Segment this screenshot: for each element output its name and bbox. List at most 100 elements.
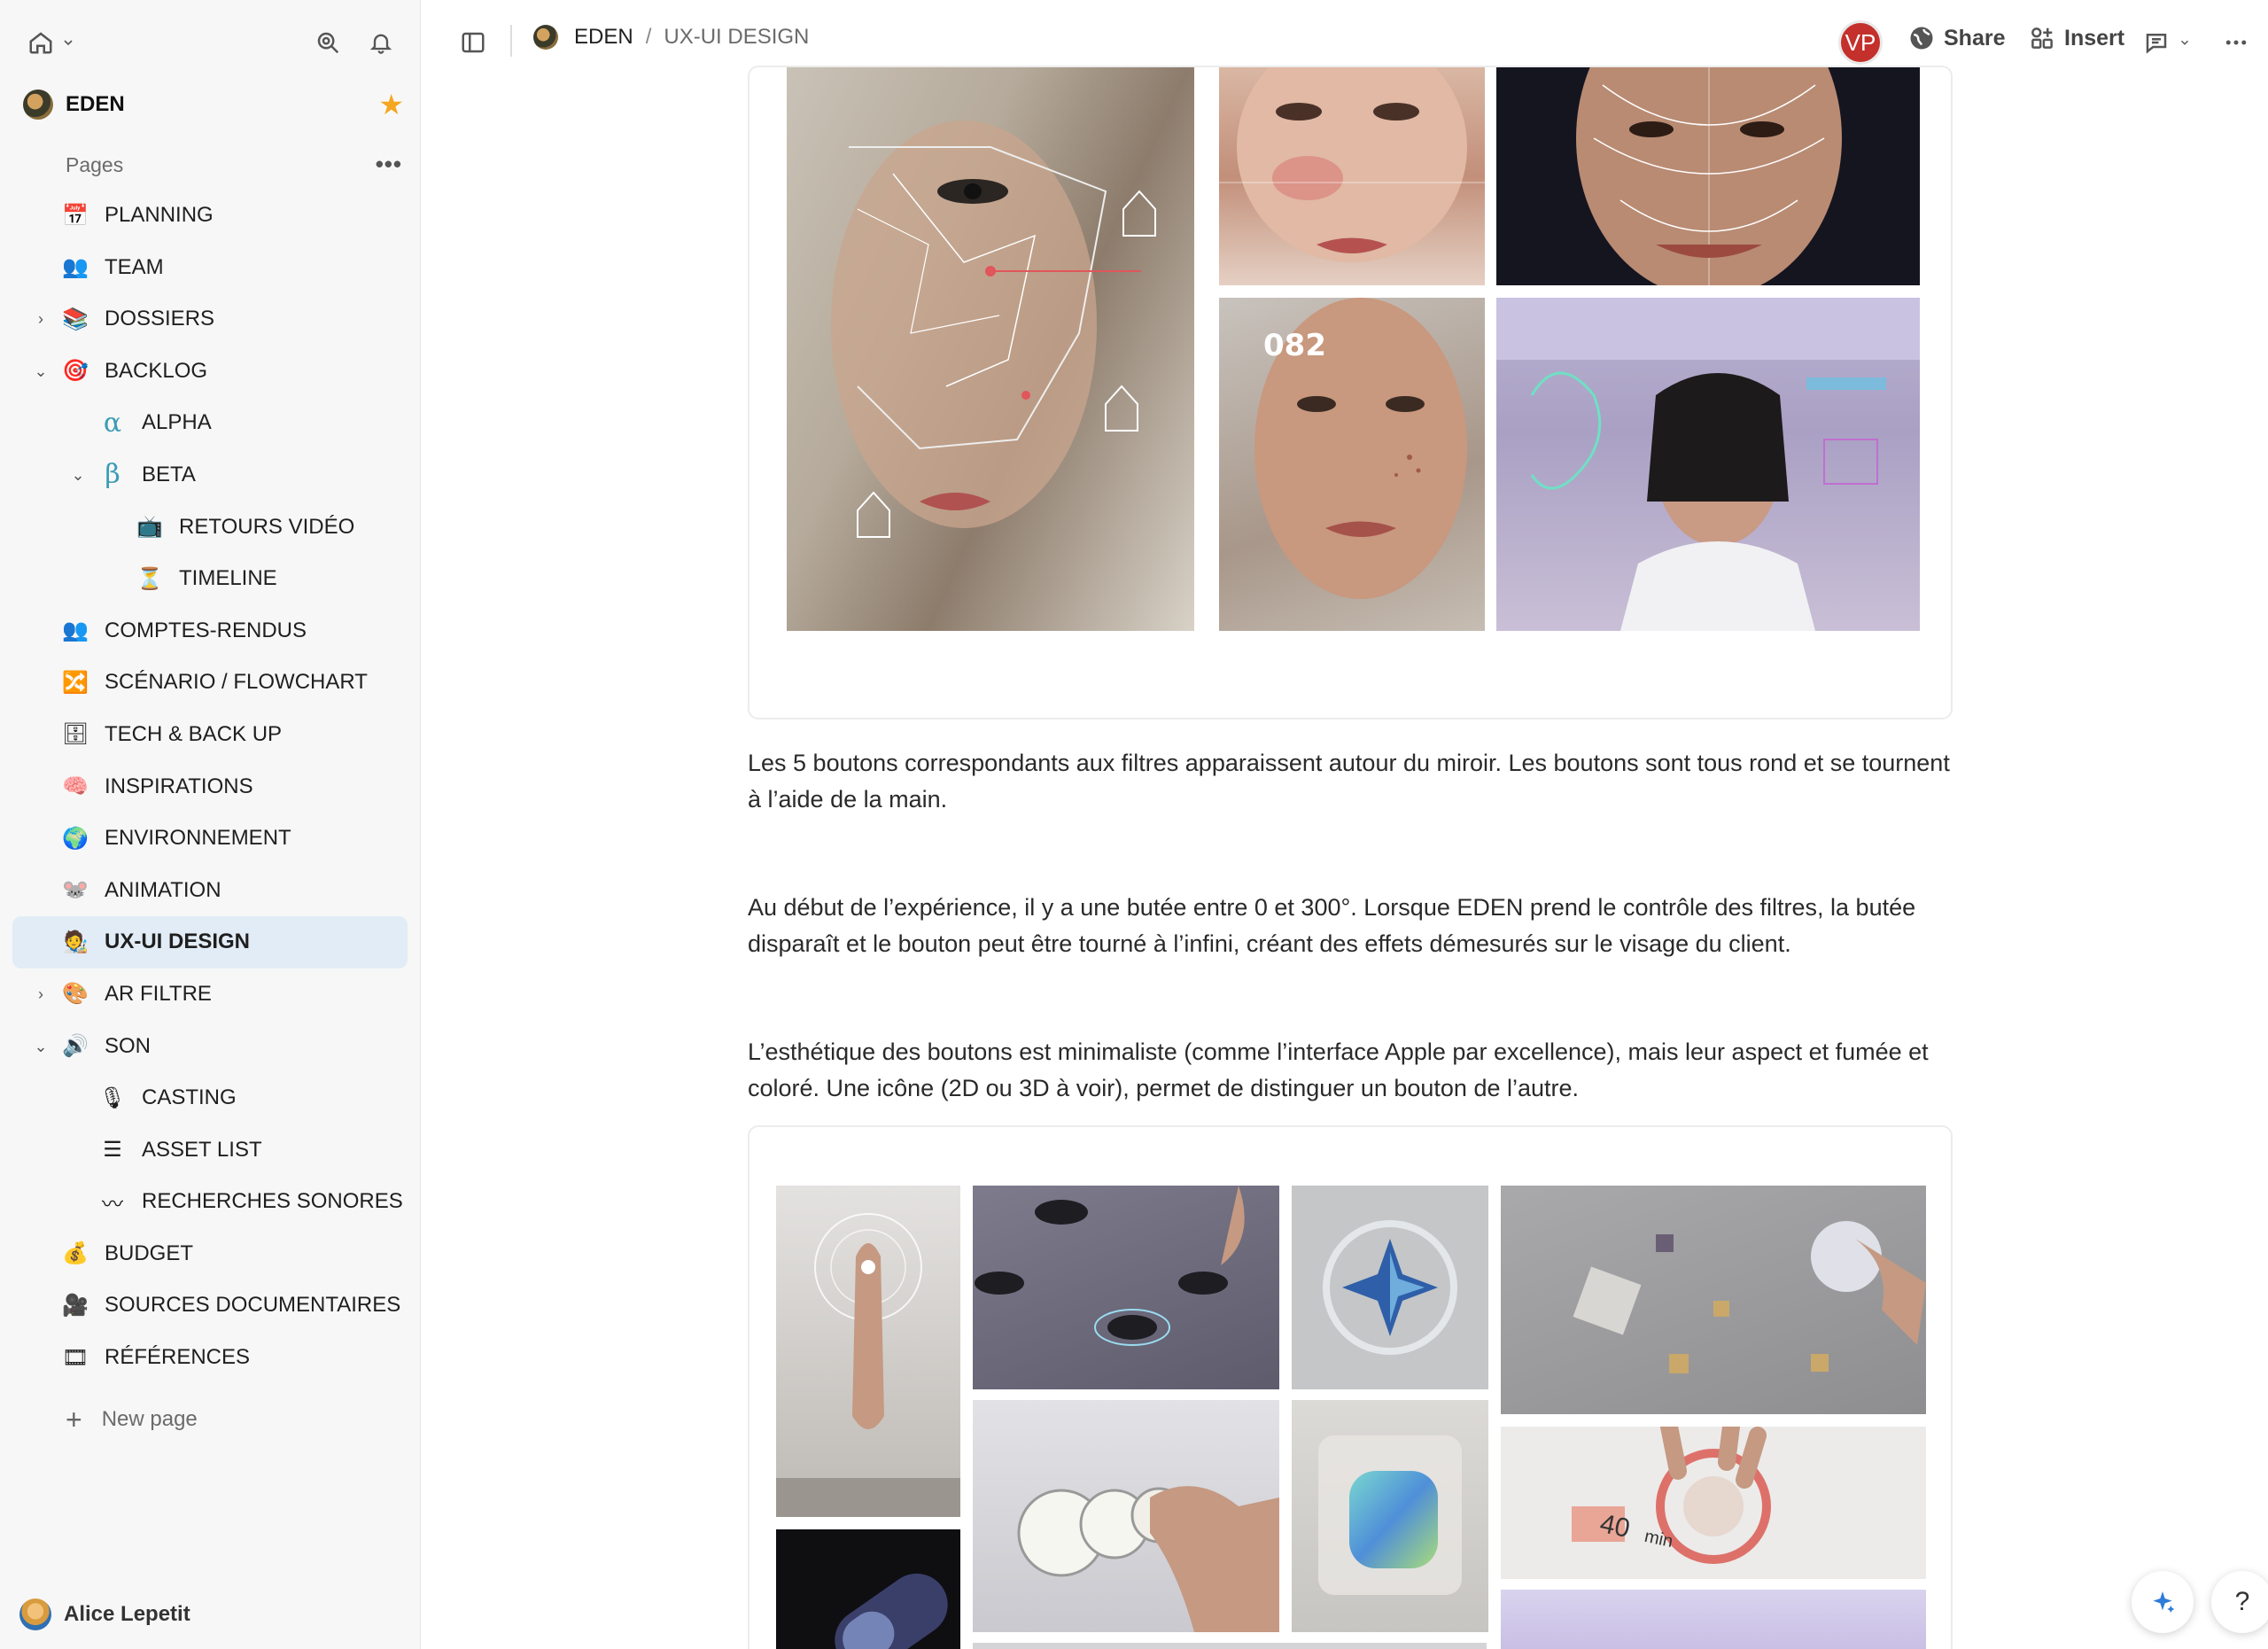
page-tree: 📅 PLANNING 👥 TEAM › 📚 DOSSIERS ⌄ 🎯 BACKLOG α ALPHA ⌄… xyxy=(12,190,408,1384)
new-page-button[interactable]: + New page xyxy=(66,1402,198,1437)
sidebar-item-casting[interactable]: 🎙 CASTING xyxy=(12,1072,408,1124)
sidebar-item-timeline[interactable]: ⏳ TIMELINE xyxy=(12,553,408,605)
collaborator-avatar[interactable]: VP xyxy=(1838,20,1883,65)
pages-more-icon[interactable]: ••• xyxy=(376,151,402,178)
gallery-image-frosted-glass[interactable] xyxy=(1292,1400,1488,1632)
chevron-down-icon xyxy=(64,40,73,46)
divider xyxy=(510,25,512,57)
sidebar-item-environnement[interactable]: 🌍 ENVIRONNEMENT xyxy=(12,813,408,865)
page-emoji-icon: 📚 xyxy=(62,307,89,331)
gallery-image-strip[interactable] xyxy=(973,1643,1487,1649)
page-emoji-icon: β xyxy=(105,459,120,491)
gallery-image-face-lines[interactable] xyxy=(1496,67,1920,285)
sidebar-item-ar-filtre[interactable]: › 🎨 AR FILTRE xyxy=(12,968,408,1021)
gallery-image-face-mesh[interactable] xyxy=(787,67,1194,631)
sidebar-item-recherches-sonores[interactable]: 〰 RECHERCHES SONORES xyxy=(12,1176,408,1228)
sidebar-item-ux-ui-design[interactable]: 🧑‍🎨 UX-UI DESIGN xyxy=(12,916,408,968)
chevron-down-icon[interactable]: ⌄ xyxy=(69,466,87,484)
gallery-image-crystal-star[interactable] xyxy=(1292,1186,1488,1389)
page-emoji-icon: 👥 xyxy=(62,255,89,280)
gallery-image-purple-gradient[interactable] xyxy=(1501,1590,1926,1649)
page-emoji-icon: ☰ xyxy=(103,1138,122,1163)
sidebar-item-son[interactable]: ⌄ 🔊 SON xyxy=(12,1021,408,1073)
sidebar-item-label: PLANNING xyxy=(105,203,214,227)
sidebar-item-label: RÉFÉRENCES xyxy=(105,1345,251,1370)
sidebar-item-label: BACKLOG xyxy=(105,358,208,383)
page-emoji-icon: α xyxy=(103,407,122,439)
sidebar-item-dossiers[interactable]: › 📚 DOSSIERS xyxy=(12,293,408,346)
sidebar-item-label: ALPHA xyxy=(142,410,212,435)
sidebar-item-label: UX-UI DESIGN xyxy=(105,930,251,954)
chevron-right-icon[interactable]: › xyxy=(32,310,50,328)
sidebar-item-animation[interactable]: 🐭 ANIMATION xyxy=(12,865,408,917)
insert-button[interactable]: Insert xyxy=(2029,25,2124,51)
sidebar-item-alpha[interactable]: α ALPHA xyxy=(12,397,408,449)
gallery-image-timer-40min[interactable]: 40 min xyxy=(1501,1427,1926,1579)
workspace-switcher[interactable]: EDEN ★ xyxy=(23,85,404,124)
sidebar-item-planning[interactable]: 📅 PLANNING xyxy=(12,190,408,242)
gallery-image-table-objects[interactable] xyxy=(1501,1186,1926,1414)
sidebar-item-budget[interactable]: 💰 BUDGET xyxy=(12,1228,408,1280)
share-button[interactable]: Share xyxy=(1908,25,2005,51)
sidebar-item-label: RECHERCHES SONORES xyxy=(142,1189,403,1214)
home-button[interactable] xyxy=(23,27,80,58)
gallery-image-face-082[interactable]: 082 xyxy=(1219,298,1485,631)
page-emoji-icon: 🎞 xyxy=(61,1345,89,1370)
paragraph-1: Les 5 boutons correspondants aux filtres… xyxy=(748,750,1950,813)
sidebar-item-tech-back-up[interactable]: 🗄 TECH & BACK UP xyxy=(12,709,408,761)
gallery-image-hologram-mirror[interactable] xyxy=(1496,298,1920,631)
sidebar-item-label: ANIMATION xyxy=(105,877,221,902)
gallery-image-face-split[interactable] xyxy=(1219,67,1485,285)
chevron-down-icon[interactable]: ⌄ xyxy=(32,362,50,380)
comment-icon xyxy=(2146,34,2167,54)
gallery-image-hand-turning-knobs[interactable] xyxy=(973,1400,1279,1632)
user-name: Alice Lepetit xyxy=(64,1602,190,1626)
sidebar-item-inspirations[interactable]: 🧠 INSPIRATIONS xyxy=(12,761,408,813)
image-gallery-buttons: 40 min xyxy=(748,1125,1953,1649)
sidebar-item-retours-vid-o[interactable]: 📺 RETOURS VIDÉO xyxy=(12,502,408,554)
chevron-right-icon[interactable]: › xyxy=(32,985,50,1003)
pages-label: Pages xyxy=(66,152,124,176)
user-profile[interactable]: Alice Lepetit xyxy=(19,1598,190,1630)
sidebar-item-sc-nario-flowchart[interactable]: 🔀 SCÉNARIO / FLOWCHART xyxy=(12,657,408,709)
favorite-star-icon[interactable]: ★ xyxy=(378,90,404,119)
breadcrumb-item-eden[interactable]: EDEN xyxy=(574,25,633,50)
sidebar-top xyxy=(0,0,421,83)
home-icon xyxy=(29,32,52,54)
sidebar-item-label: SON xyxy=(105,1033,151,1058)
sidebar-item-label: RETOURS VIDÉO xyxy=(179,514,355,539)
gallery-image-finger-button[interactable] xyxy=(776,1186,960,1517)
page-emoji-icon: 🎯 xyxy=(62,359,89,384)
breadcrumb-item-current[interactable]: UX-UI DESIGN xyxy=(664,25,809,50)
sidebar-item-label: BETA xyxy=(142,462,196,486)
more-options-button[interactable] xyxy=(2218,25,2254,60)
sidebar-item-label: INSPIRATIONS xyxy=(105,774,253,798)
search-button[interactable] xyxy=(310,25,346,60)
chevron-down-icon[interactable]: ⌄ xyxy=(32,1038,50,1055)
share-label: Share xyxy=(1944,25,2006,51)
gallery-image-table-buttons[interactable] xyxy=(973,1186,1279,1389)
page-emoji-icon: 🔊 xyxy=(62,1034,89,1058)
sidebar-item-sources-documentaires[interactable]: 🎥 SOURCES DOCUMENTAIRES xyxy=(12,1280,408,1332)
breadcrumb-workspace-logo xyxy=(533,25,558,50)
sidebar-item-comptes-rendus[interactable]: 👥 COMPTES-RENDUS xyxy=(12,605,408,657)
user-avatar xyxy=(19,1598,51,1630)
comments-button[interactable] xyxy=(2139,25,2195,60)
sidebar-item-asset-list[interactable]: ☰ ASSET LIST xyxy=(12,1124,408,1177)
sparkles-icon xyxy=(2153,1591,2175,1613)
sidebar-item-team[interactable]: 👥 TEAM xyxy=(12,242,408,294)
sidebar-item-r-f-rences[interactable]: 🎞 RÉFÉRENCES xyxy=(12,1332,408,1384)
sidebar-item-beta[interactable]: ⌄ β BETA xyxy=(12,449,408,502)
sidebar-item-backlog[interactable]: ⌄ 🎯 BACKLOG xyxy=(12,346,408,398)
toggle-sidebar-button[interactable] xyxy=(455,25,491,60)
help-icon: ? xyxy=(2234,1587,2250,1616)
insert-blocks-icon xyxy=(2031,27,2053,49)
page-emoji-icon: 🌍 xyxy=(62,826,89,851)
help-button[interactable]: ? xyxy=(2211,1571,2268,1633)
pages-header: Pages ••• xyxy=(66,149,402,181)
notifications-button[interactable] xyxy=(363,25,399,60)
sidebar-item-label: ENVIRONNEMENT xyxy=(105,826,291,851)
gallery-image-pill-3d[interactable] xyxy=(776,1529,960,1649)
ai-assistant-button[interactable] xyxy=(2132,1571,2194,1633)
page-emoji-icon: 🎥 xyxy=(62,1293,89,1318)
